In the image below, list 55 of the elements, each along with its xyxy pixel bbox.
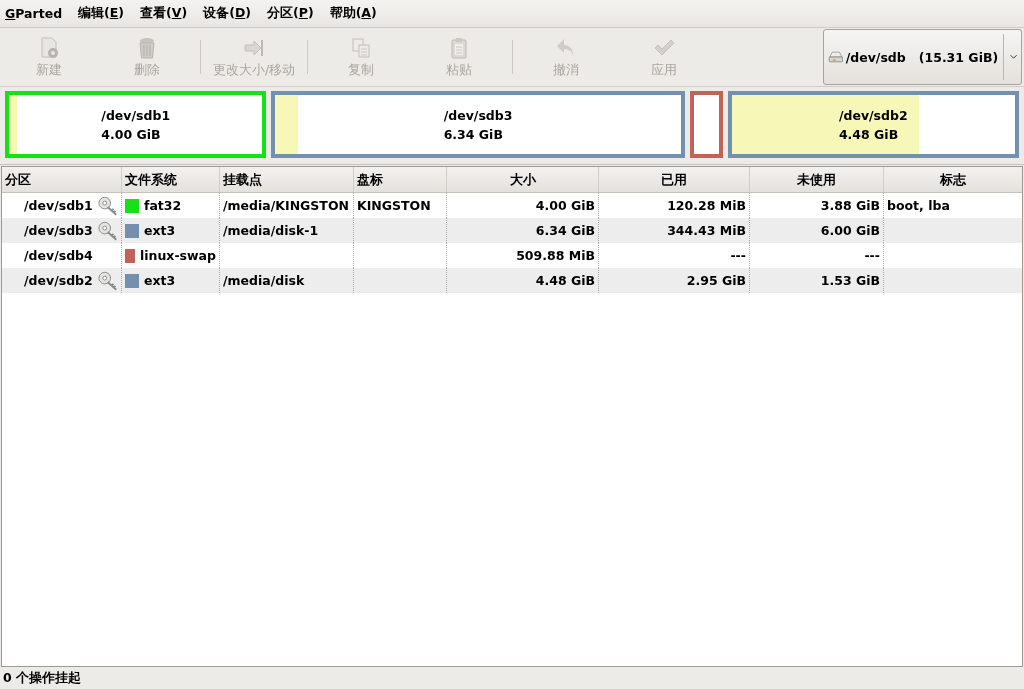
table-cell: 120.28 MiB	[667, 198, 746, 213]
menu-item[interactable]: 设备(D)	[203, 3, 252, 24]
table-row[interactable]: /dev/sdb3 ext3 /media/disk-1 6.34 GiB 344.43 MiB 6.00 GiB	[2, 218, 1022, 243]
status-text: 0 个操作挂起	[3, 669, 82, 687]
table-cell: /dev/sdb3	[24, 223, 93, 238]
chevron-down-icon	[1009, 53, 1017, 61]
table-cell: 509.88 MiB	[516, 248, 595, 263]
menu-item[interactable]: 编辑(E)	[78, 3, 125, 24]
table-cell: boot, lba	[887, 198, 950, 213]
column-header[interactable]: 盘标	[354, 167, 447, 192]
table-cell: 6.00 GiB	[820, 223, 880, 238]
table-cell: linux-swap	[140, 248, 216, 263]
table-cell: /media/disk-1	[223, 223, 319, 238]
table-cell: /media/KINGSTON	[223, 198, 349, 213]
menu-item[interactable]: GParted	[5, 4, 63, 23]
partition-block[interactable]: /dev/sdb1 4.00 GiB	[5, 91, 267, 158]
menu-item[interactable]: 查看(V)	[140, 3, 188, 24]
table-cell: ext3	[144, 273, 176, 288]
table-cell: 3.88 GiB	[820, 198, 880, 213]
partition-size: 4.00 GiB	[101, 125, 162, 144]
table-cell: ext3	[144, 223, 176, 238]
column-header[interactable]: 已用	[599, 167, 750, 192]
table-cell: 344.43 MiB	[667, 223, 746, 238]
partition-size: 4.48 GiB	[838, 125, 900, 144]
table-row[interactable]: /dev/sdb2 ext3 /media/disk 4.48 GiB 2.95 GiB 1.53 GiB	[2, 268, 1022, 293]
partition-block[interactable]: /dev/sdb3 6.34 GiB	[271, 91, 685, 158]
column-header[interactable]: 大小	[447, 167, 599, 192]
table-cell: fat32	[144, 198, 182, 213]
table-cell: 6.34 GiB	[535, 223, 595, 238]
column-header[interactable]: 挂载点	[220, 167, 354, 192]
device-dropdown[interactable]: /dev/sdb (15.31 GiB)	[823, 29, 1022, 85]
table-cell: 4.48 GiB	[535, 273, 595, 288]
table-cell: /dev/sdb1	[24, 198, 93, 213]
table-cell: ---	[730, 248, 746, 263]
table-cell: /dev/sdb2	[24, 273, 93, 288]
column-header[interactable]: 文件系统	[122, 167, 220, 192]
partition-block[interactable]	[689, 91, 723, 158]
partition-name: /dev/sdb1	[101, 106, 171, 125]
table-cell: /dev/sdb4	[24, 248, 93, 263]
partition-block[interactable]: /dev/sdb2 4.48 GiB	[727, 91, 1019, 158]
column-header[interactable]: 标志	[884, 167, 1022, 192]
menu-item[interactable]: 帮助(A)	[329, 3, 377, 24]
menu-item[interactable]: 分区(P)	[267, 3, 314, 24]
table-cell: 2.95 GiB	[686, 273, 746, 288]
table-cell: KINGSTON	[357, 198, 431, 213]
partition-name: /dev/sdb3	[443, 106, 513, 125]
table-cell: 1.53 GiB	[820, 273, 880, 288]
column-header[interactable]: 未使用	[750, 167, 884, 192]
table-cell: ---	[864, 248, 880, 263]
copy-icon	[349, 35, 373, 60]
column-header[interactable]: 分区	[2, 167, 122, 192]
partition-name: /dev/sdb2	[838, 106, 908, 125]
table-cell: 4.00 GiB	[535, 198, 595, 213]
partition-size: 6.34 GiB	[443, 125, 504, 144]
table-cell: /media/disk	[223, 273, 305, 288]
